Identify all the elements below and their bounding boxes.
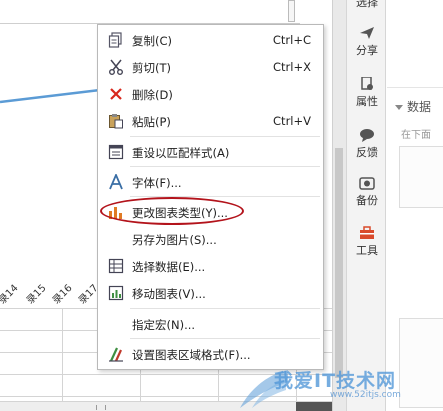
- side-select-label: 选择: [356, 0, 378, 9]
- watermark-text: 我爱IT技术网: [274, 370, 397, 392]
- properties-button[interactable]: 属性: [347, 77, 387, 109]
- feedback-icon: [360, 129, 374, 142]
- reset-style-icon: [108, 144, 124, 160]
- data-panel-header[interactable]: 数据: [395, 98, 431, 115]
- data-panel-field[interactable]: [399, 146, 443, 208]
- menu-separator: [130, 136, 320, 137]
- share-button[interactable]: 分享: [347, 26, 387, 58]
- menu-item-reset-style[interactable]: 重设以匹配样式(A): [98, 139, 323, 165]
- data-panel-title: 数据: [407, 100, 432, 114]
- menu-item-label: 复制(C): [132, 34, 173, 48]
- tools-label: 工具: [356, 244, 378, 257]
- properties-icon: [361, 77, 373, 90]
- chart-context-menu: 复制(C) Ctrl+C 剪切(T) Ctrl+X 删除(D) 粘贴(P) Ct…: [97, 24, 324, 370]
- menu-item-shortcut: Ctrl+C: [272, 33, 311, 47]
- font-a-icon: [109, 174, 123, 190]
- properties-label: 属性: [356, 95, 378, 108]
- watermark: 我爱IT技术网 www.52itjs.com: [230, 360, 443, 411]
- data-panel: 数据 在下面: [387, 0, 443, 411]
- select-data-icon: [108, 258, 124, 274]
- chart-plot[interactable]: [0, 60, 110, 110]
- menu-item-label: 选择数据(E)...: [132, 260, 206, 274]
- side-select-button[interactable]: 选择: [347, 0, 387, 10]
- move-chart-icon: [108, 285, 124, 301]
- menu-item-move-chart[interactable]: 移动图表(V)...: [98, 280, 323, 306]
- backup-button[interactable]: 备份: [347, 176, 387, 208]
- collapse-triangle-icon[interactable]: [395, 105, 403, 110]
- grid-line: [62, 308, 63, 403]
- menu-item-paste[interactable]: 粘贴(P) Ctrl+V: [98, 108, 323, 134]
- data-panel-top-area: [387, 0, 443, 88]
- menu-item-select-data[interactable]: 选择数据(E)...: [98, 253, 323, 279]
- feedback-button[interactable]: 反馈: [347, 128, 387, 160]
- menu-item-save-as-image[interactable]: 另存为图片(S)...: [98, 226, 323, 252]
- menu-item-label: 剪切(T): [132, 61, 171, 75]
- menu-item-font[interactable]: 字体(F)...: [98, 169, 323, 195]
- delete-x-icon: [110, 88, 122, 100]
- share-icon: [360, 27, 374, 39]
- chart-category-axis: 录14 录15 录16 录17: [0, 266, 110, 307]
- menu-item-delete[interactable]: 删除(D): [98, 81, 323, 107]
- chart-series-line: [0, 88, 101, 104]
- category-label: 录16: [50, 282, 75, 307]
- menu-item-label: 粘贴(P): [132, 115, 171, 129]
- scroll-thumb[interactable]: [335, 148, 343, 378]
- menu-item-label: 另存为图片(S)...: [132, 233, 217, 247]
- chart-resize-handle[interactable]: [288, 0, 295, 22]
- share-label: 分享: [356, 44, 378, 57]
- menu-item-shortcut: Ctrl+V: [273, 114, 311, 128]
- format-area-icon: [109, 347, 123, 362]
- menu-item-label: 重设以匹配样式(A): [132, 146, 230, 160]
- menu-item-cut[interactable]: 剪切(T) Ctrl+X: [98, 54, 323, 80]
- paste-icon: [109, 114, 123, 129]
- menu-item-label: 移动图表(V)...: [132, 287, 206, 301]
- menu-separator: [130, 308, 320, 309]
- highlight-annotation-ellipse: [100, 197, 244, 225]
- menu-separator: [130, 338, 320, 339]
- category-label: 录14: [0, 282, 21, 307]
- menu-item-label: 删除(D): [132, 88, 173, 102]
- scissors-icon: [109, 59, 123, 75]
- backup-label: 备份: [356, 194, 378, 207]
- menu-separator: [130, 166, 320, 167]
- chart-frame-top: [0, 0, 300, 24]
- backup-icon: [359, 177, 375, 190]
- menu-item-label: 字体(F)...: [132, 176, 182, 190]
- data-panel-hint: 在下面: [401, 130, 431, 141]
- menu-item-shortcut: Ctrl+X: [273, 60, 311, 74]
- side-toolbar: 选择 分享 属性 反馈 备份 工具: [346, 0, 386, 411]
- feedback-label: 反馈: [356, 146, 378, 159]
- menu-item-label: 指定宏(N)...: [132, 318, 196, 332]
- menu-item-copy[interactable]: 复制(C) Ctrl+C: [98, 27, 323, 53]
- menu-item-assign-macro[interactable]: 指定宏(N)...: [98, 311, 323, 337]
- watermark-url: www.52itjs.com: [330, 390, 401, 400]
- toolbox-icon: [360, 226, 374, 239]
- vertical-scrollbar[interactable]: [332, 0, 346, 411]
- tools-button[interactable]: 工具: [347, 226, 387, 258]
- scroll-grip[interactable]: [96, 405, 106, 410]
- category-label: 录15: [24, 282, 49, 307]
- copy-icon: [108, 32, 122, 48]
